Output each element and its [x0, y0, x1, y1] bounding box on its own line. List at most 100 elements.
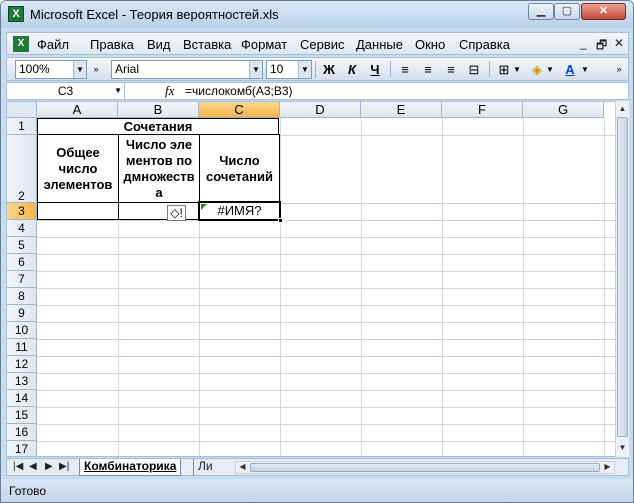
scroll-up-icon[interactable]: ▲ — [616, 102, 629, 116]
close-button[interactable]: ✕ — [581, 3, 626, 20]
first-sheet-icon[interactable]: |◀ — [13, 461, 23, 472]
cell-a2[interactable]: Общее число элементов — [37, 134, 119, 203]
column-header-g[interactable]: G — [523, 102, 604, 118]
row-header-4[interactable]: 4 — [7, 220, 37, 237]
next-sheet-icon[interactable]: ▶ — [45, 461, 53, 472]
align-left-icon[interactable]: ≡ — [395, 60, 415, 79]
error-indicator-icon — [201, 204, 207, 210]
cell-b2[interactable]: Число элементов подмножества — [118, 134, 200, 203]
zoom-combo[interactable]: 100% ▼ — [15, 60, 87, 79]
borders-icon[interactable]: ⊞ — [494, 60, 514, 79]
row-header-3[interactable]: 3 — [7, 203, 37, 220]
menu-tools[interactable]: Сервис — [300, 37, 345, 52]
horizontal-scroll-thumb[interactable] — [250, 463, 600, 472]
column-header-b[interactable]: B — [118, 102, 199, 118]
row-header-8[interactable]: 8 — [7, 288, 37, 305]
doc-minimize-icon[interactable]: _ — [580, 36, 587, 50]
row-header-17[interactable]: 17 — [7, 441, 37, 456]
chevron-down-icon[interactable]: ▼ — [249, 61, 262, 78]
font-combo[interactable]: Arial ▼ — [111, 60, 263, 79]
scroll-right-icon[interactable]: ▶ — [601, 461, 614, 473]
italic-button[interactable]: К — [342, 60, 362, 79]
column-header-c[interactable]: C — [199, 102, 280, 118]
row-header-15[interactable]: 15 — [7, 407, 37, 424]
align-center-icon[interactable]: ≡ — [418, 60, 438, 79]
menu-view[interactable]: Вид — [147, 37, 171, 52]
column-header-a[interactable]: A — [37, 102, 118, 118]
gridline — [37, 322, 617, 323]
toolbar-options-icon[interactable]: » — [613, 60, 625, 79]
chevron-down-icon[interactable]: ▼ — [512, 60, 522, 79]
gridline — [37, 424, 617, 425]
toolbar-options-icon[interactable]: » — [90, 60, 102, 79]
menu-window[interactable]: Окно — [415, 37, 445, 52]
merge-center-icon[interactable]: ⊟ — [464, 60, 484, 79]
last-sheet-icon[interactable]: ▶| — [59, 461, 69, 472]
cell-a3[interactable] — [37, 202, 119, 220]
menu-help[interactable]: Справка — [459, 37, 510, 52]
font-size-combo[interactable]: 10 ▼ — [266, 60, 312, 79]
cell-a1-merged-title[interactable]: Сочетания — [37, 118, 279, 135]
minimize-button[interactable]: ▁ — [528, 3, 554, 20]
doc-close-icon[interactable]: ✕ — [614, 36, 624, 50]
chevron-down-icon[interactable]: ▼ — [580, 60, 590, 79]
row-header-11[interactable]: 11 — [7, 339, 37, 356]
row-header-14[interactable]: 14 — [7, 390, 37, 407]
underline-button[interactable]: Ч — [365, 60, 385, 79]
chevron-down-icon[interactable]: ▼ — [114, 83, 122, 99]
status-bar: Готово — [1, 479, 633, 502]
menu-format[interactable]: Формат — [241, 37, 287, 52]
toolbar-separator — [390, 61, 391, 78]
zoom-value: 100% — [19, 62, 50, 76]
row-header-7[interactable]: 7 — [7, 271, 37, 288]
menu-insert[interactable]: Вставка — [183, 37, 231, 52]
row-header-10[interactable]: 10 — [7, 322, 37, 339]
gridline — [37, 373, 617, 374]
cell-b3[interactable] — [118, 202, 200, 220]
doc-restore-icon[interactable]: 🗗 — [596, 36, 607, 57]
row-header-13[interactable]: 13 — [7, 373, 37, 390]
row-header-9[interactable]: 9 — [7, 305, 37, 322]
formula-input[interactable]: =числокомб(A3;B3) — [185, 83, 293, 99]
row-header-1[interactable]: 1 — [7, 118, 37, 135]
vertical-scroll-thumb[interactable] — [617, 117, 628, 437]
bold-button[interactable]: Ж — [319, 60, 339, 79]
row-header-2[interactable]: 2 — [7, 135, 37, 203]
scroll-down-icon[interactable]: ▼ — [616, 441, 629, 455]
maximize-button[interactable]: ▢ — [554, 3, 580, 20]
chevron-down-icon[interactable]: ▼ — [73, 61, 86, 78]
scroll-left-icon[interactable]: ◀ — [236, 461, 249, 473]
excel-app-icon: X — [8, 6, 24, 22]
select-all-corner[interactable] — [7, 102, 37, 118]
error-smart-tag-icon[interactable]: ◇! — [167, 205, 186, 221]
vertical-scrollbar[interactable]: ▲ ▼ — [615, 101, 629, 457]
horizontal-scrollbar[interactable]: ◀ ▶ — [235, 461, 615, 474]
chevron-down-icon[interactable]: ▼ — [298, 61, 311, 78]
column-header-f[interactable]: F — [442, 102, 523, 118]
workbook-icon[interactable]: X — [13, 36, 29, 52]
prev-sheet-icon[interactable]: ◀ — [29, 461, 37, 472]
fill-color-icon[interactable]: ◈ — [527, 60, 547, 79]
menu-file[interactable]: Файл — [37, 37, 69, 52]
name-box[interactable]: C3 ▼ — [7, 83, 125, 99]
font-color-icon[interactable]: A — [560, 60, 580, 79]
menu-edit[interactable]: Правка — [90, 37, 134, 52]
fill-handle[interactable] — [278, 218, 283, 223]
row-header-16[interactable]: 16 — [7, 424, 37, 441]
worksheet-grid[interactable]: A B C D E F G 1 2 3 4 5 6 7 8 9 10 11 12… — [6, 101, 629, 457]
excel-window: X Microsoft Excel - Теория вероятностей.… — [0, 0, 634, 503]
row-header-5[interactable]: 5 — [7, 237, 37, 254]
row-header-6[interactable]: 6 — [7, 254, 37, 271]
column-header-d[interactable]: D — [280, 102, 361, 118]
menu-data[interactable]: Данные — [356, 37, 403, 52]
sheet-tab-next[interactable]: Ли — [193, 459, 217, 476]
sheet-tab-bar: |◀ ◀ ▶ ▶| Комбинаторика Ли ◀ ▶ — [6, 458, 629, 476]
column-header-e[interactable]: E — [361, 102, 442, 118]
cell-c2[interactable]: Число сочетаний — [199, 134, 280, 203]
cell-c2-text: Число сочетаний — [206, 152, 273, 184]
align-right-icon[interactable]: ≡ — [441, 60, 461, 79]
row-header-12[interactable]: 12 — [7, 356, 37, 373]
fx-button[interactable]: fx — [165, 83, 174, 99]
sheet-tab-active[interactable]: Комбинаторика — [79, 459, 182, 476]
chevron-down-icon[interactable]: ▼ — [545, 60, 555, 79]
